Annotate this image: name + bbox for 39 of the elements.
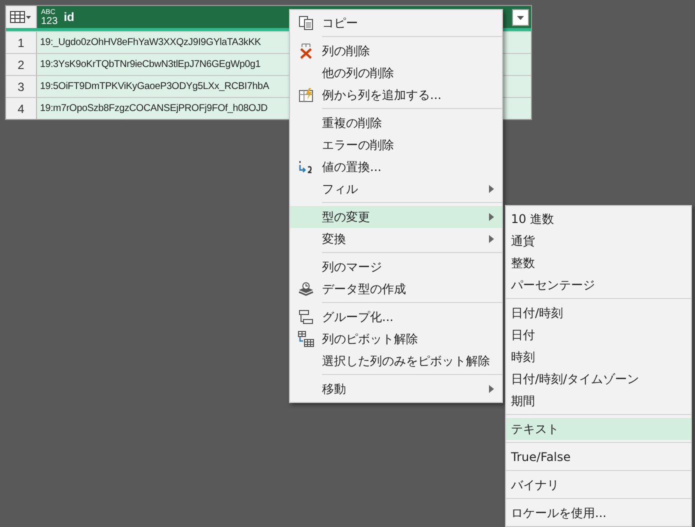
menu-item[interactable]: ロケールを使用... <box>506 502 691 524</box>
menu-item[interactable]: 値の置換... <box>290 156 502 178</box>
menu-item[interactable]: 日付/時刻/タイムゾーン <box>506 368 691 390</box>
menu-item[interactable]: フィル <box>290 178 502 200</box>
menu-item[interactable]: 選択した列のみをピボット解除 <box>290 350 502 372</box>
menu-item[interactable]: 変換 <box>290 228 502 250</box>
row-number: 3 <box>6 76 37 97</box>
column-header[interactable]: id <box>64 10 74 24</box>
menu-item[interactable]: 移動 <box>290 378 502 400</box>
row-number: 1 <box>6 32 37 53</box>
type-label: 123 <box>41 17 58 26</box>
menu-item[interactable]: エラーの削除 <box>290 134 502 156</box>
layers-icon <box>298 281 314 297</box>
menu-item[interactable]: 期間 <box>506 390 691 412</box>
delete-column-icon <box>298 43 314 59</box>
menu-item[interactable]: True/False <box>506 446 691 468</box>
menu-item[interactable]: バイナリ <box>506 474 691 496</box>
menu-item[interactable]: 10 進数 <box>506 208 691 230</box>
menu-item[interactable]: パーセンテージ <box>506 274 691 296</box>
menu-item[interactable]: 型の変更 <box>290 206 502 228</box>
menu-item[interactable]: 列のマージ <box>290 256 502 278</box>
menu-item[interactable]: テキスト <box>506 418 691 440</box>
menu-item[interactable]: コピー <box>290 12 502 34</box>
dropdown-button[interactable] <box>512 8 529 26</box>
table-menu-icon[interactable] <box>10 11 32 23</box>
menu-item[interactable]: 日付/時刻 <box>506 302 691 324</box>
menu-item[interactable]: 整数 <box>506 252 691 274</box>
unpivot-icon <box>297 331 315 347</box>
menu-item[interactable]: グループ化... <box>290 306 502 328</box>
row-number: 4 <box>6 98 37 119</box>
menu-item[interactable]: 通貨 <box>506 230 691 252</box>
group-icon <box>298 309 314 325</box>
row-number: 2 <box>6 54 37 75</box>
column-lightning-icon <box>298 87 314 103</box>
menu-item[interactable]: 列のピボット解除 <box>290 328 502 350</box>
copy-icon <box>298 15 314 31</box>
menu-item[interactable]: 時刻 <box>506 346 691 368</box>
menu-item[interactable]: データ型の作成 <box>290 278 502 300</box>
menu-item[interactable]: 日付 <box>506 324 691 346</box>
